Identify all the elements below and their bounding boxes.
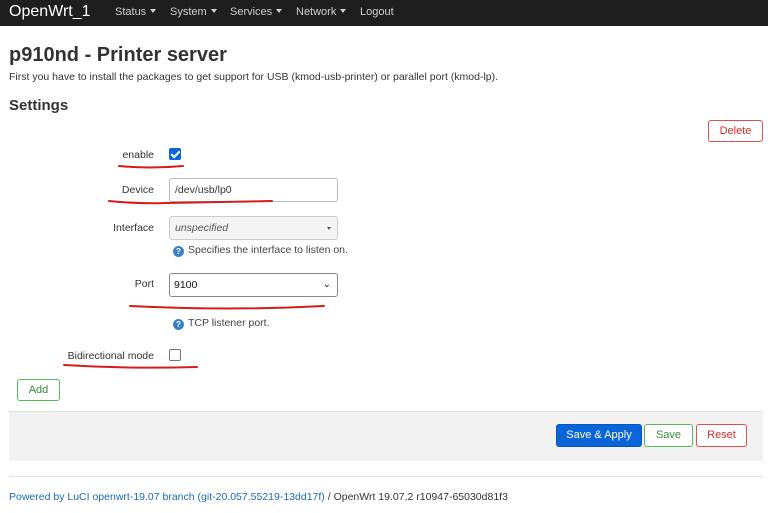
port-help-text: TCP listener port. [188, 317, 270, 329]
port-help: ? TCP listener port. [173, 317, 270, 330]
device-input[interactable]: /dev/usb/lp0 [169, 178, 338, 202]
add-button[interactable]: Add [17, 379, 60, 401]
section-title-settings: Settings [9, 97, 69, 114]
help-icon: ? [173, 246, 184, 257]
port-label: Port [134, 278, 154, 290]
dropdown-arrow-icon [327, 227, 331, 230]
brand-logo[interactable]: OpenWrt_1 [9, 2, 91, 22]
menu-network-label: Network [296, 6, 337, 18]
menu-network[interactable]: Network [296, 5, 347, 19]
port-select[interactable]: 9100 ⌄ [169, 273, 338, 297]
bidirectional-label: Bidirectional mode [67, 350, 154, 362]
menu-system[interactable]: System [170, 5, 217, 19]
interface-help-text: Specifies the interface to listen on. [188, 244, 348, 256]
enable-label: enable [122, 149, 154, 161]
enable-checkbox[interactable] [169, 148, 181, 160]
save-apply-button[interactable]: Save & Apply [556, 424, 642, 447]
interface-help: ? Specifies the interface to listen on. [173, 244, 348, 257]
bidirectional-checkbox[interactable] [169, 349, 181, 361]
save-button[interactable]: Save [644, 424, 693, 447]
chevron-down-icon: ⌄ [322, 279, 331, 290]
annotation-underline-port [129, 305, 325, 310]
luci-link[interactable]: Powered by LuCI openwrt-19.07 branch (gi… [9, 491, 325, 503]
caret-down-icon [210, 9, 217, 13]
footer-separator: / [324, 491, 334, 503]
interface-select-value: unspecified [175, 222, 229, 234]
caret-down-icon [150, 9, 157, 13]
page-description: First you have to install the packages t… [9, 71, 499, 83]
page-footer: Powered by LuCI openwrt-19.07 branch (gi… [9, 491, 508, 503]
menu-services-label: Services [230, 6, 273, 18]
caret-down-icon [340, 9, 347, 13]
interface-select[interactable]: unspecified [169, 216, 338, 240]
menu-services[interactable]: Services [230, 5, 283, 19]
menu-logout[interactable]: Logout [360, 5, 394, 19]
menu-system-label: System [170, 6, 207, 18]
footer-version: OpenWrt 19.07.2 r10947-65030d81f3 [333, 491, 508, 503]
menu-status-label: Status [115, 6, 147, 18]
reset-button[interactable]: Reset [696, 424, 747, 447]
annotation-underline-enable [118, 165, 184, 169]
top-navbar: OpenWrt_1 Status System Services Network… [0, 0, 768, 26]
page-title: p910nd - Printer server [9, 44, 227, 66]
annotation-underline-bidirectional [63, 364, 198, 369]
menu-logout-label: Logout [360, 6, 394, 18]
device-label: Device [121, 184, 154, 196]
menu-status[interactable]: Status [115, 5, 157, 19]
caret-down-icon [276, 9, 283, 13]
port-select-value: 9100 [174, 279, 198, 291]
interface-label: Interface [113, 222, 154, 234]
help-icon: ? [173, 319, 184, 330]
footer-divider [9, 476, 763, 477]
delete-button[interactable]: Delete [708, 120, 763, 142]
